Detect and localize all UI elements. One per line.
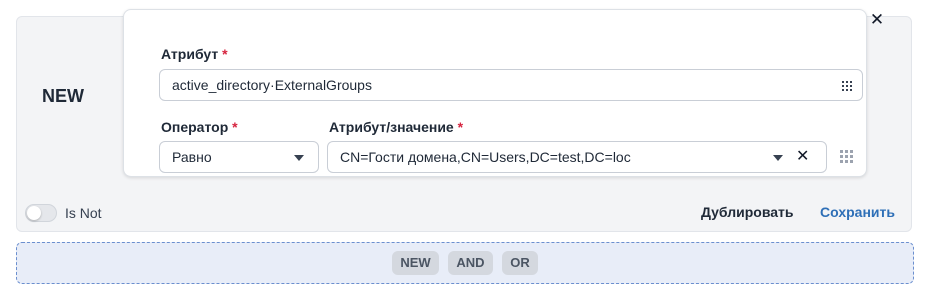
rule-node-label: NEW — [42, 86, 84, 106]
attr-value-select[interactable]: CN=Гости домена,CN=Users,DC=test,DC=loc … — [327, 141, 827, 173]
is-not-label: Is Not — [65, 205, 102, 221]
required-mark: * — [222, 46, 228, 62]
save-button[interactable]: Сохранить — [820, 204, 895, 220]
clear-icon[interactable]: ✕ — [796, 149, 809, 165]
chevron-down-icon[interactable] — [294, 155, 304, 161]
add-new-chip[interactable]: NEW — [392, 251, 439, 275]
required-mark: * — [232, 119, 238, 135]
duplicate-button[interactable]: Дублировать — [701, 204, 794, 220]
chevron-down-icon[interactable] — [773, 155, 783, 161]
operator-select[interactable]: Равно — [159, 141, 319, 173]
grid-dots-icon[interactable] — [840, 150, 854, 164]
add-or-chip[interactable]: OR — [502, 251, 538, 275]
grid-dots-icon[interactable] — [842, 81, 854, 93]
required-mark: * — [457, 119, 464, 135]
operator-label: Оператор * — [161, 119, 238, 135]
is-not-toggle[interactable] — [25, 204, 57, 222]
close-icon[interactable]: ✕ — [868, 11, 886, 29]
attr-value-label: Атрибут/значение * — [329, 119, 464, 135]
add-and-chip[interactable]: AND — [448, 251, 493, 275]
toggle-knob — [27, 206, 41, 220]
attribute-label: Атрибут * — [161, 46, 228, 62]
attribute-input[interactable]: active_directory·ExternalGroups — [159, 69, 863, 101]
